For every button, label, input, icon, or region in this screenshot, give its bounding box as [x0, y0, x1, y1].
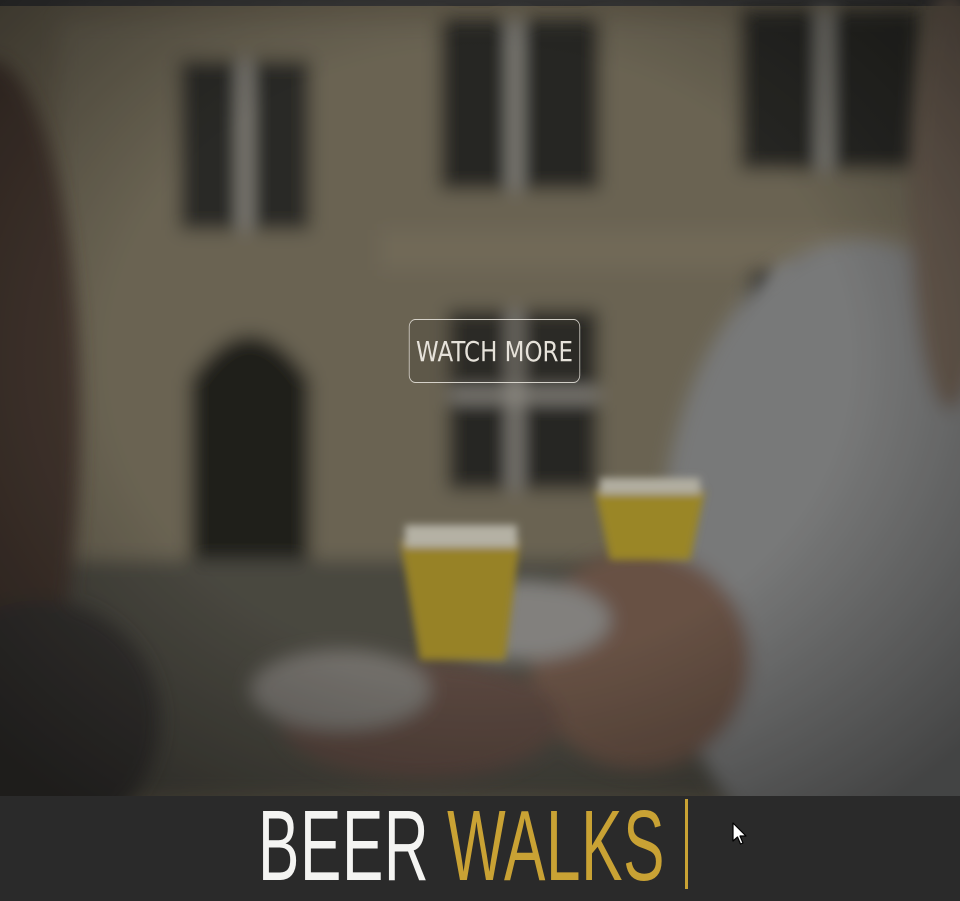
- mouse-cursor-icon: [732, 822, 747, 845]
- page-title: BEER WALKS: [258, 796, 665, 896]
- title-word-walks: WALKS: [447, 790, 666, 901]
- text-caret: [685, 799, 688, 889]
- watch-more-button[interactable]: WATCH MORE: [408, 319, 581, 383]
- hero-video[interactable]: [0, 0, 960, 796]
- page: WATCH MORE BEER WALKS: [0, 0, 960, 901]
- hero-overlay: [0, 0, 960, 796]
- title-word-beer: BEER: [258, 790, 430, 901]
